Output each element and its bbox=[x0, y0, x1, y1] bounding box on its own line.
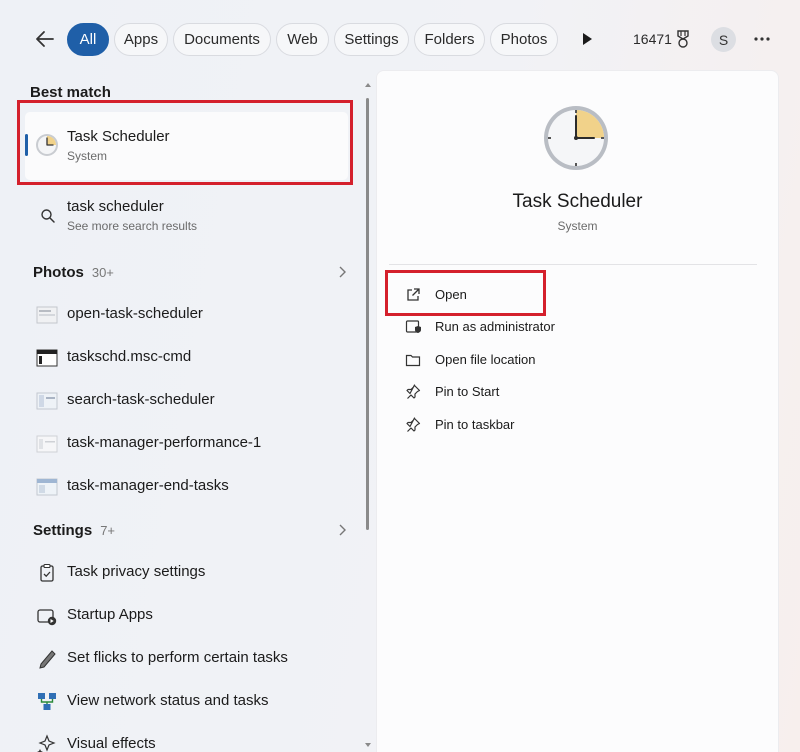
web-search-query: task scheduler bbox=[67, 198, 164, 215]
search-icon bbox=[41, 209, 55, 223]
list-item[interactable]: task-manager-end-tasks bbox=[36, 472, 356, 502]
photos-heading: Photos bbox=[33, 264, 84, 281]
clipboard-check-icon bbox=[40, 563, 54, 582]
web-search-suggestion[interactable]: task scheduler See more search results bbox=[38, 196, 358, 236]
scroll-up-icon[interactable] bbox=[363, 80, 373, 90]
settings-count: 7+ bbox=[100, 523, 116, 538]
folder-icon bbox=[405, 354, 421, 367]
list-item[interactable]: Startup Apps bbox=[36, 601, 356, 631]
highlight-box-best-match bbox=[17, 100, 353, 185]
startup-apps-icon bbox=[37, 609, 57, 626]
scroll-down-icon[interactable] bbox=[363, 740, 373, 750]
action-open-file-location[interactable]: Open file location bbox=[405, 348, 655, 372]
photo-thumbnail-icon bbox=[36, 435, 58, 453]
photos-count: 30+ bbox=[91, 265, 114, 280]
task-scheduler-clock-icon bbox=[544, 106, 608, 170]
divider bbox=[389, 264, 757, 265]
web-search-hint: See more search results bbox=[67, 219, 198, 233]
network-icon bbox=[38, 693, 56, 710]
chevron-right-icon[interactable] bbox=[334, 264, 350, 280]
pin-icon bbox=[406, 384, 421, 399]
list-item[interactable]: Task privacy settings bbox=[36, 558, 356, 588]
tab-folders[interactable]: Folders bbox=[414, 23, 485, 56]
tab-web[interactable]: Web bbox=[276, 23, 329, 56]
rewards-points: 16471 bbox=[633, 31, 672, 47]
settings-item-label: Startup Apps bbox=[67, 606, 153, 623]
settings-item-label: Task privacy settings bbox=[67, 563, 206, 580]
photo-name: task-manager-end-tasks bbox=[67, 477, 229, 494]
photos-section-header[interactable]: Photos 30+ bbox=[33, 264, 350, 281]
action-label: Open file location bbox=[435, 352, 536, 367]
user-avatar[interactable]: S bbox=[711, 27, 736, 52]
app-detail-panel: Task Scheduler System Open Run as admini… bbox=[376, 70, 779, 752]
photo-name: open-task-scheduler bbox=[67, 305, 203, 322]
list-item[interactable]: View network status and tasks bbox=[36, 687, 356, 717]
list-item[interactable]: Set flicks to perform certain tasks bbox=[36, 644, 356, 674]
tab-settings[interactable]: Settings bbox=[334, 23, 409, 56]
pen-icon bbox=[39, 650, 56, 669]
list-item[interactable]: task-manager-performance-1 bbox=[36, 429, 356, 459]
action-run-as-admin[interactable]: Run as administrator bbox=[405, 315, 655, 339]
admin-shield-icon bbox=[405, 320, 421, 333]
photo-thumbnail-icon bbox=[36, 306, 58, 324]
pin-icon bbox=[406, 417, 421, 432]
photo-thumbnail-icon bbox=[36, 392, 58, 410]
chevron-right-icon[interactable] bbox=[334, 522, 350, 538]
back-arrow-icon[interactable] bbox=[33, 27, 57, 51]
action-pin-to-start[interactable]: Pin to Start bbox=[405, 380, 655, 404]
settings-heading: Settings bbox=[33, 522, 93, 539]
photo-name: task-manager-performance-1 bbox=[67, 434, 262, 451]
settings-section-header[interactable]: Settings 7+ bbox=[33, 522, 350, 539]
detail-app-subtitle: System bbox=[557, 219, 598, 233]
photo-name: taskschd.msc-cmd bbox=[67, 348, 192, 365]
highlight-box-open bbox=[385, 270, 546, 316]
tab-all[interactable]: All bbox=[67, 23, 109, 56]
list-item[interactable]: taskschd.msc-cmd bbox=[36, 343, 356, 373]
settings-item-label: View network status and tasks bbox=[67, 692, 269, 709]
photo-thumbnail-icon bbox=[36, 349, 58, 367]
tab-apps[interactable]: Apps bbox=[114, 23, 168, 56]
scroll-thumb[interactable] bbox=[366, 98, 369, 530]
settings-item-label: Visual effects bbox=[67, 735, 156, 752]
action-label: Pin to Start bbox=[435, 384, 500, 399]
photo-thumbnail-icon bbox=[36, 478, 58, 496]
tab-photos[interactable]: Photos bbox=[490, 23, 558, 56]
list-item[interactable]: open-task-scheduler bbox=[36, 300, 356, 330]
more-options-icon[interactable] bbox=[752, 29, 772, 49]
action-pin-to-taskbar[interactable]: Pin to taskbar bbox=[405, 413, 655, 437]
search-filter-bar: All Apps Documents Web Settings Folders … bbox=[0, 0, 800, 78]
visual-effects-icon bbox=[37, 734, 56, 752]
action-label: Run as administrator bbox=[435, 319, 555, 334]
play-icon[interactable] bbox=[579, 31, 595, 47]
tab-documents[interactable]: Documents bbox=[173, 23, 271, 56]
action-label: Pin to taskbar bbox=[435, 417, 515, 432]
rewards-medal-icon[interactable] bbox=[673, 29, 693, 49]
results-scrollbar[interactable] bbox=[363, 80, 373, 752]
settings-item-label: Set flicks to perform certain tasks bbox=[67, 649, 288, 666]
list-item[interactable]: Visual effects bbox=[36, 730, 356, 752]
photo-name: search-task-scheduler bbox=[67, 391, 215, 408]
best-match-heading: Best match bbox=[30, 84, 111, 101]
list-item[interactable]: search-task-scheduler bbox=[36, 386, 356, 416]
detail-app-title: Task Scheduler bbox=[512, 191, 643, 212]
